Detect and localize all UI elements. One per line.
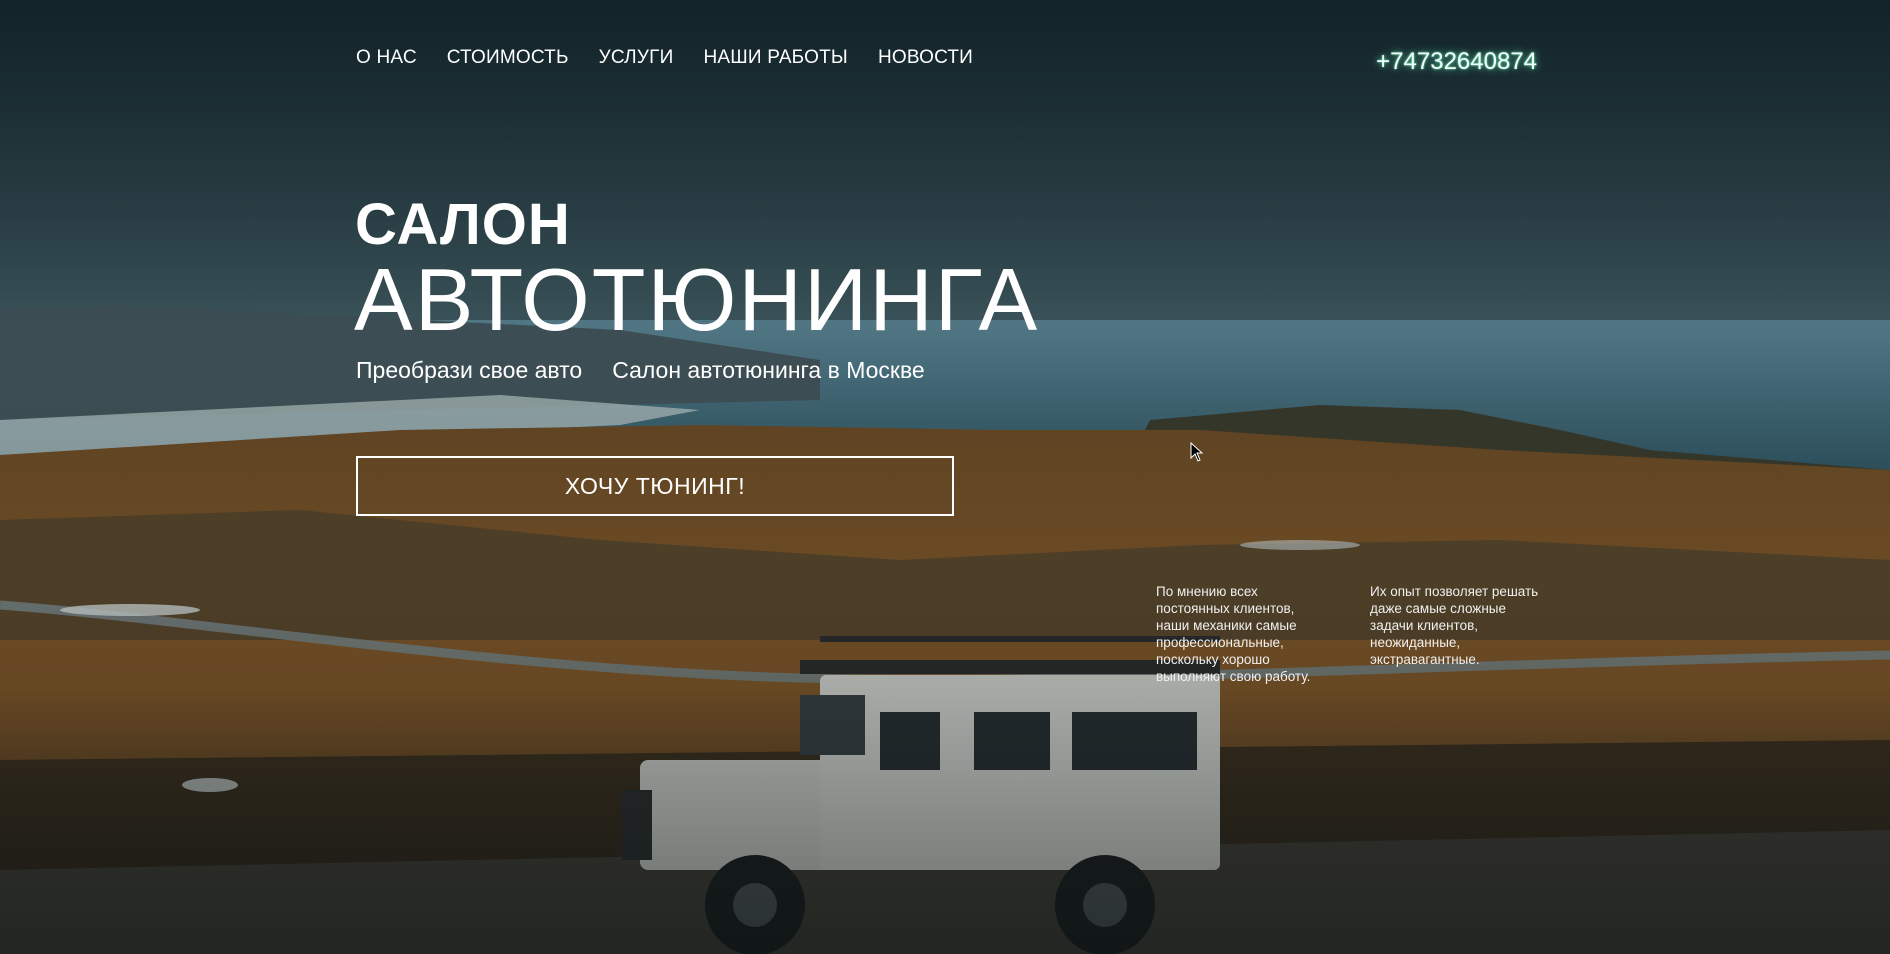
- subtitle-right: Салон автотюнинга в Москве: [612, 357, 925, 383]
- main-navigation: О НАС СТОИМОСТЬ УСЛУГИ НАШИ РАБОТЫ НОВОС…: [356, 47, 973, 69]
- note-left: По мнению всех постоянных клиентов, наши…: [1156, 583, 1311, 684]
- nav-item-portfolio[interactable]: НАШИ РАБОТЫ: [703, 47, 847, 69]
- tuning-cta-button[interactable]: ХОЧУ ТЮНИНГ!: [356, 456, 954, 516]
- hero-title-big: АВТОТЮНИНГА: [354, 250, 1040, 349]
- note-right: Их опыт позволяет решать даже самые слож…: [1370, 583, 1539, 667]
- phone-link[interactable]: +74732640874: [1376, 48, 1537, 76]
- mouse-cursor-icon: [1190, 442, 1204, 462]
- hero-subtitles: Преобрази свое авто Салон автотюнинга в …: [356, 357, 925, 384]
- nav-item-news[interactable]: НОВОСТИ: [878, 47, 973, 69]
- subtitle-left: Преобрази свое авто: [356, 357, 583, 383]
- nav-item-pricing[interactable]: СТОИМОСТЬ: [447, 47, 569, 69]
- nav-item-services[interactable]: УСЛУГИ: [599, 47, 674, 69]
- nav-item-about[interactable]: О НАС: [356, 47, 417, 69]
- hero-section: О НАС СТОИМОСТЬ УСЛУГИ НАШИ РАБОТЫ НОВОС…: [0, 0, 1890, 954]
